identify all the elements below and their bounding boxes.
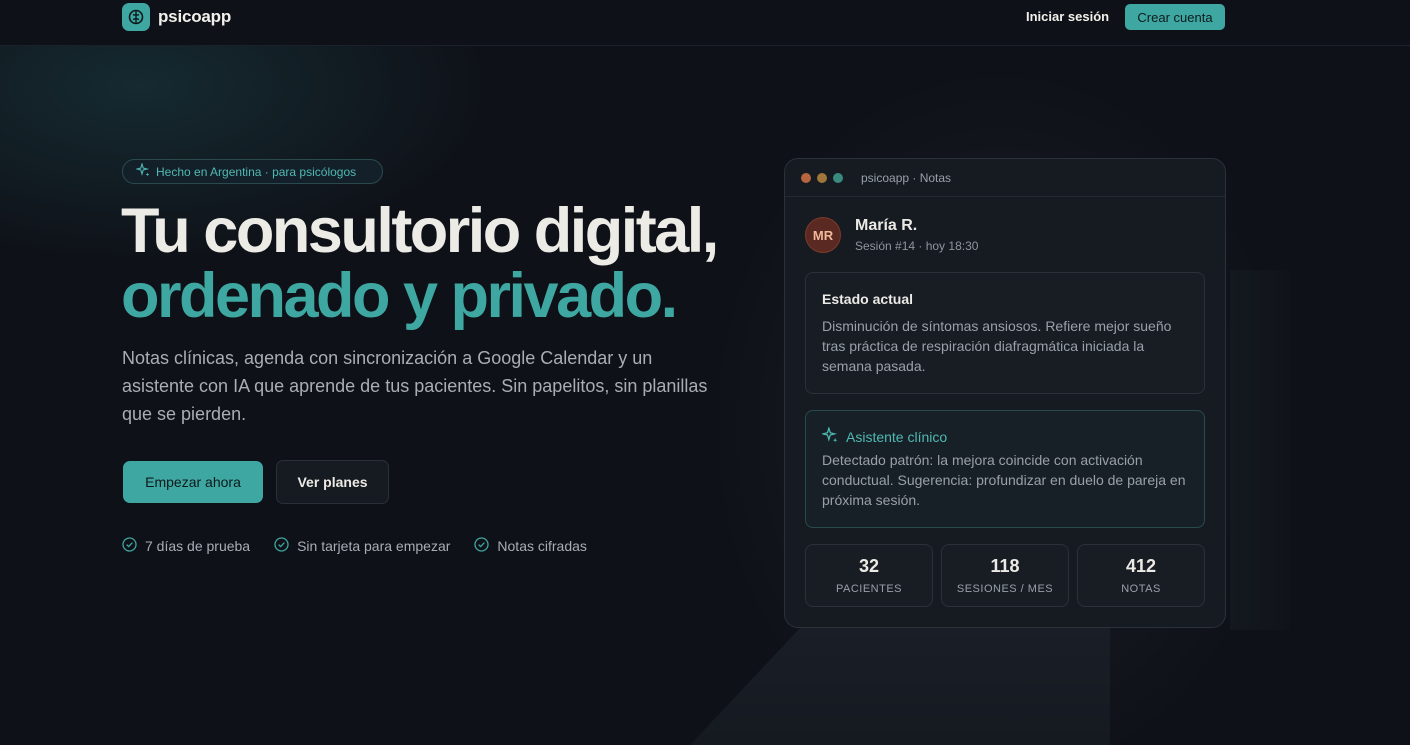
sparkle-icon [820,425,838,446]
stat-card: 32 PACIENTES [805,544,933,607]
brand-logo[interactable]: psicoapp [122,3,231,31]
brain-icon [122,3,150,31]
stat-value: 32 [858,556,880,576]
check-circle-icon [122,537,137,555]
background-shape [1230,270,1290,630]
view-plans-button[interactable]: Ver planes [276,460,389,504]
ai-title-row: Asistente clínico [820,425,1188,446]
check-circle-icon [474,537,490,555]
ai-assistant-box: Asistente clínico Detectado patrón: la m… [805,410,1205,528]
stat-card: 412 NOTAS [1077,544,1205,607]
window-dot-icon [801,172,811,183]
start-now-button[interactable]: Empezar ahora [123,461,263,503]
check-item: Notas cifradas [474,537,587,555]
brand-name: psicoapp [158,7,232,26]
stat-value: 412 [1125,556,1157,576]
check-item: Sin tarjeta para empezar [274,537,450,555]
window-dot-icon [817,172,827,183]
hero-lead: Notas clínicas, agenda con sincronizació… [122,348,708,424]
avatar: MR [805,217,841,253]
check-item: 7 días de prueba [122,537,250,555]
background-shape [690,620,1110,745]
stat-label: PACIENTES [835,583,903,595]
window-dot-icon [833,172,843,183]
session-info: Sesión #14 · hoy 18:30 [855,239,979,253]
login-link[interactable]: Iniciar sesión [1026,9,1109,24]
signup-button[interactable]: Crear cuenta [1125,4,1225,30]
check-label: 7 días de prueba [145,538,251,554]
ai-text: Detectado patrón: la mejora coincide con… [822,452,1186,508]
check-label: Sin tarjeta para empezar [297,538,451,554]
patient-name: María R. [855,217,918,234]
estado-title: Estado actual [822,291,914,307]
stat-label: NOTAS [1121,583,1161,595]
top-nav: psicoapp Iniciar sesión Crear cuenta [0,0,1410,46]
patient-header: MR María R. Sesión #14 · hoy 18:30 [805,217,978,253]
hero-title-accent: ordenado y privado. [121,261,678,331]
badge-text: Hecho en Argentina · para psicólogos [156,164,357,179]
notes-preview-card: psicoapp · Notas MR María R. Sesión #14 … [784,158,1226,628]
estado-text: Disminución de síntomas ansiosos. Refier… [822,318,1172,374]
window-title: psicoapp · Notas [861,170,952,185]
stat-value: 118 [990,556,1020,576]
hero-badge: Hecho en Argentina · para psicólogos [122,159,383,184]
check-circle-icon [274,537,289,555]
stat-card: 118 SESIONES / MES [941,544,1069,607]
sparkle-icon [134,162,150,180]
stat-label: SESIONES / MES [956,583,1054,595]
estado-actual-box: Estado actual Disminución de síntomas an… [805,272,1205,394]
hero-title: Tu consultorio digital, [121,196,719,266]
check-label: Notas cifradas [497,538,587,554]
stats-row: 32 PACIENTES 118 SESIONES / MES 412 NOTA… [805,544,1205,607]
feature-checks: 7 días de prueba Sin tarjeta para empeza… [122,537,587,555]
ai-title: Asistente clínico [846,428,948,445]
window-titlebar: psicoapp · Notas [785,159,1225,197]
